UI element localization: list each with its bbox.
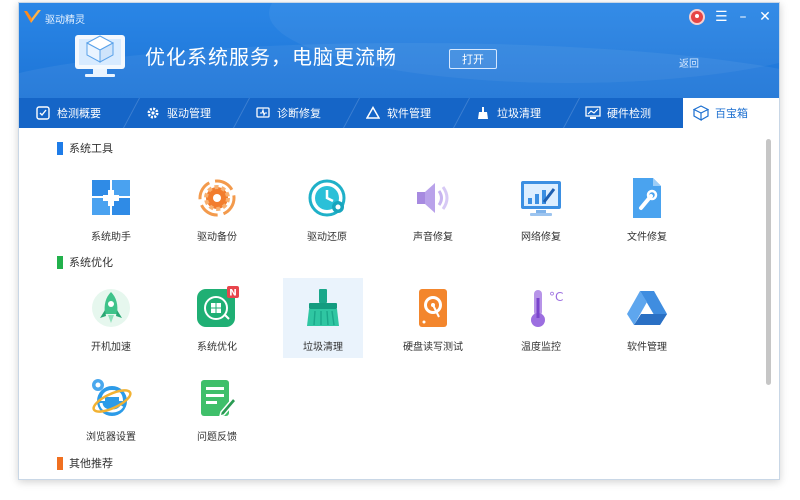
gear-backup-icon [191,172,243,224]
monitor-check-icon [35,105,51,121]
tool-driver-restore[interactable]: 驱动还原 [287,168,367,248]
hard-disk-icon [407,282,459,334]
section-system-tools: 系统工具 [57,140,113,156]
drive-triangle-icon [621,282,673,334]
toolbox-monitor-icon [75,35,125,77]
window-controls: ☰ – ✕ [689,9,771,25]
drive-triangle-icon [365,105,381,121]
tab-diagnose-repair[interactable]: 诊断修复 [245,98,349,128]
tab-label: 硬件检测 [607,107,651,120]
stethoscope-icon [255,105,271,121]
chart-monitor-icon [585,105,601,121]
app-logo-icon [24,10,41,23]
tool-driver-backup[interactable]: 驱动备份 [177,168,257,248]
clock-restore-icon [301,172,353,224]
toolbox-content: 系统工具 系统助手 驱动备份 驱动还原 声音修复 网络修复 文件修复 系统优化 … [19,128,779,479]
tool-disk-rw-test[interactable]: 硬盘读写测试 [393,278,473,358]
app-window: 驱动精灵 优化系统服务，电脑更流畅 打开 返回 ☰ – ✕ 检测概要 驱动管理 … [18,2,780,480]
avatar[interactable] [689,9,705,25]
minimize-icon[interactable]: – [737,10,749,24]
tool-system-optimize[interactable]: N 系统优化 [177,278,257,358]
thermometer-icon: °C [515,282,567,334]
tab-driver-management[interactable]: 驱动管理 [135,98,239,128]
close-icon[interactable]: ✕ [759,10,771,24]
tab-bar: 检测概要 驱动管理 诊断修复 软件管理 垃圾清理 硬件检测 百宝箱 [19,98,779,128]
tab-toolbox[interactable]: 百宝箱 [683,98,779,128]
gear-icon [145,105,161,121]
broom-icon [475,105,491,121]
tab-software-management[interactable]: 软件管理 [355,98,459,128]
tab-label: 检测概要 [57,107,101,120]
new-badge: N [229,289,237,299]
file-wrench-icon [621,172,673,224]
section-others: 其他推荐 [57,455,113,471]
tool-software-management[interactable]: 软件管理 [607,278,687,358]
broom-icon [297,282,349,334]
tab-label: 百宝箱 [715,107,748,120]
tool-system-assistant[interactable]: 系统助手 [71,168,151,248]
tool-feedback[interactable]: 问题反馈 [177,368,257,448]
vertical-scrollbar[interactable] [766,139,771,385]
page-title: 优化系统服务，电脑更流畅 [145,45,397,69]
section-system-optimize: 系统优化 [57,254,113,270]
tab-label: 垃圾清理 [497,107,541,120]
tool-network-repair[interactable]: 网络修复 [501,168,581,248]
windows-plus-icon [85,172,137,224]
menu-icon[interactable]: ☰ [715,10,728,24]
rocket-icon [85,282,137,334]
svg-text:°C: °C [549,290,563,304]
speaker-icon [407,172,459,224]
tab-overview[interactable]: 检测概要 [25,98,129,128]
tab-label: 诊断修复 [277,107,321,120]
tool-sound-repair[interactable]: 声音修复 [393,168,473,248]
tool-file-repair[interactable]: 文件修复 [607,168,687,248]
tool-boot-speedup[interactable]: 开机加速 [71,278,151,358]
network-monitor-icon [515,172,567,224]
tool-browser-settings[interactable]: 浏览器设置 [71,368,151,448]
windows-optimize-icon: N [191,282,243,334]
tab-hardware-detect[interactable]: 硬件检测 [575,98,679,128]
tab-junk-clean[interactable]: 垃圾清理 [465,98,569,128]
tab-label: 驱动管理 [167,107,211,120]
app-title: 驱动精灵 [45,15,85,26]
tab-label: 软件管理 [387,107,431,120]
header-banner: 驱动精灵 优化系统服务，电脑更流畅 打开 返回 ☰ – ✕ [19,3,779,98]
browser-ie-icon [85,372,137,424]
tool-temperature-monitor[interactable]: °C 温度监控 [501,278,581,358]
feedback-edit-icon [191,372,243,424]
toolbox-icon [693,105,709,121]
back-link[interactable]: 返回 [679,55,699,70]
open-button[interactable]: 打开 [449,49,497,69]
tool-junk-clean[interactable]: 垃圾清理 [283,278,363,358]
